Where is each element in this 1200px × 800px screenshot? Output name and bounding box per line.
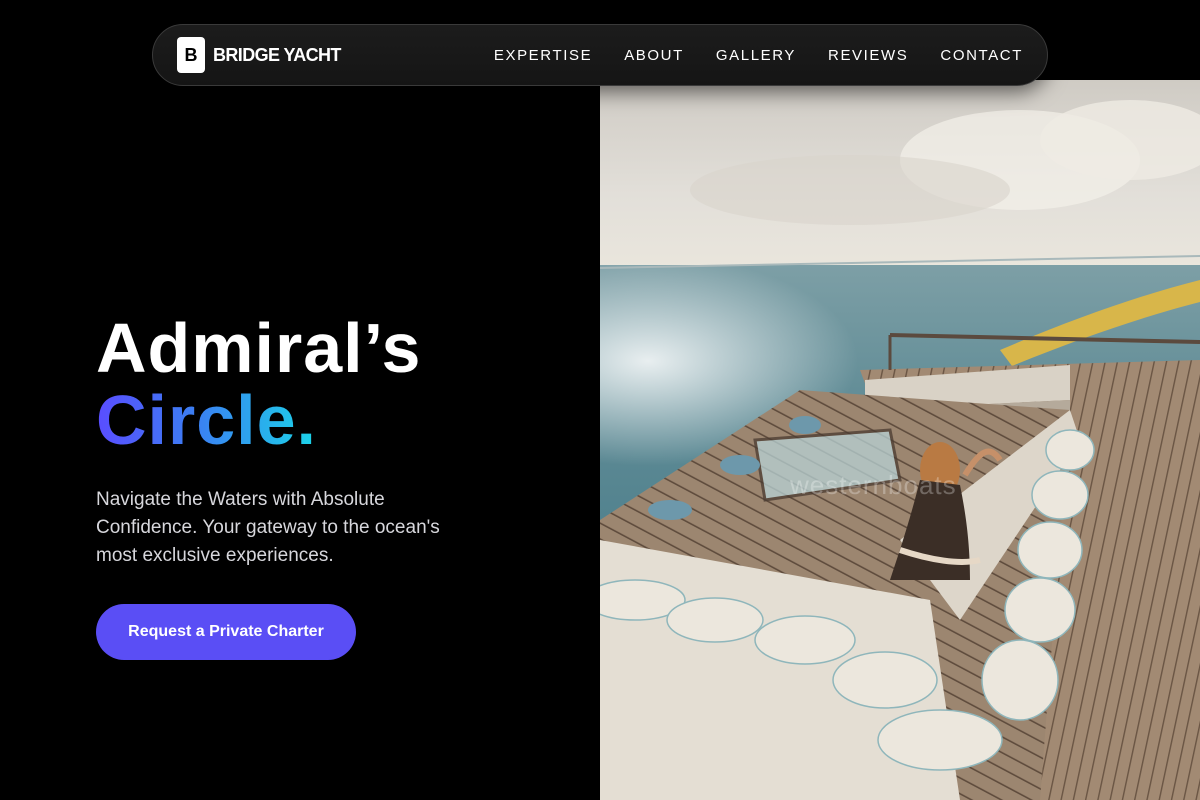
brand-name: BRIDGE YACHT [213,44,341,65]
nav-link-expertise[interactable]: EXPERTISE [494,47,592,64]
brand-home-link[interactable]: B BRIDGE YACHT [177,37,341,73]
nav-links: EXPERTISE ABOUT GALLERY REVIEWS CONTACT [494,47,1023,64]
hero-subtitle: Navigate the Waters with Absolute Confid… [96,489,440,566]
nav-link-gallery[interactable]: GALLERY [716,47,796,64]
headline-line-1: Admiral’s [96,309,422,387]
yacht-deck-illustration [600,80,1200,800]
nav-link-about[interactable]: ABOUT [624,47,684,64]
headline-line-2: Circle. [96,381,317,459]
hero-section: Admiral’s Circle. Navigate the Waters wi… [96,312,536,660]
landing-page: westernboats B BRIDGE YACHT EXPERTISE AB… [0,0,1200,800]
hero-image-yacht-deck: westernboats [600,80,1200,800]
image-watermark: westernboats [790,470,957,500]
nav-link-reviews[interactable]: REVIEWS [828,47,908,64]
top-navbar: B BRIDGE YACHT EXPERTISE ABOUT GALLERY R… [152,24,1048,86]
nav-link-contact[interactable]: CONTACT [940,47,1023,64]
brand-logo-icon: B [177,37,205,73]
hero-headline: Admiral’s Circle. [96,312,536,456]
request-charter-button[interactable]: Request a Private Charter [96,604,356,660]
